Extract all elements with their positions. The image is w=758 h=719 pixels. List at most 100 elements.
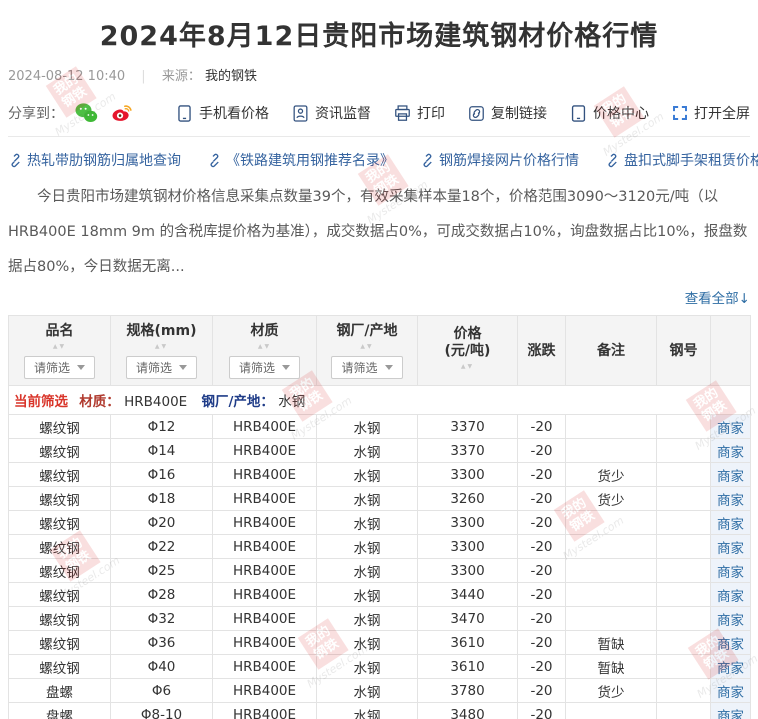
source-name: 我的钢铁 (204, 69, 257, 84)
cell-mill: 水钢 (316, 582, 418, 607)
printer-icon (395, 104, 410, 121)
toolbar-item-mobile-price[interactable]: 手机看价格 (175, 103, 269, 123)
chevron-down-icon (77, 365, 85, 370)
cell-merchant: 商家 (710, 702, 751, 719)
phone-icon (178, 104, 191, 122)
cell-mill: 水钢 (316, 534, 418, 559)
merchant-link[interactable]: 商家 (717, 493, 744, 509)
meta-divider: | (141, 69, 146, 84)
col-header-sublabel: (元/吨) (444, 343, 491, 359)
col-header-label: 品名 (45, 323, 74, 339)
filter-button[interactable]: 请筛选 (331, 356, 403, 379)
filter-button[interactable]: 请筛选 (228, 356, 300, 379)
merchant-link[interactable]: 商家 (717, 565, 744, 581)
col-header-3[interactable]: 钢厂/产地 ▲▼ 请筛选 (316, 315, 418, 386)
quicklink-scaffold-rental-price[interactable]: 盘扣式脚手架租赁价格 (605, 150, 758, 170)
cell-material: HRB400E (212, 414, 317, 439)
toolbar-item-copy-link[interactable]: 复制链接 (467, 103, 547, 123)
cell-change: -20 (517, 414, 566, 439)
merchant-link[interactable]: 商家 (717, 445, 744, 461)
table-row: 螺纹钢 Φ22 HRB400E 水钢 3300 -20 商家 (8, 534, 751, 559)
quicklink-railway-steel-list[interactable]: 《铁路建筑用钢推荐名录》 (207, 150, 394, 170)
chevron-down-icon (384, 365, 393, 370)
current-filter-row: 当前筛选 材质： HRB400E 钢厂/产地： 水钢 (8, 385, 751, 415)
quicklink-welded-mesh-price[interactable]: 钢筋焊接网片价格行情 (420, 150, 579, 170)
cell-spec: Φ22 (110, 534, 213, 559)
cell-change: -20 (517, 606, 566, 631)
sort-arrows-icon[interactable]: ▲▼ (11, 343, 108, 351)
copy-link-icon (469, 105, 484, 121)
view-all-link[interactable]: 查看全部↓ (8, 287, 750, 307)
toolbar-label: 价格中心 (593, 106, 649, 122)
cell-note (565, 606, 657, 631)
cell-material: HRB400E (212, 534, 317, 559)
current-filter-label: 当前筛选 (14, 394, 68, 410)
page-title: 2024年8月12日贵阳市场建筑钢材价格行情 (99, 21, 659, 52)
cell-product-name: 螺纹钢 (8, 630, 111, 655)
cell-spec: Φ14 (110, 438, 213, 463)
col-header-label: 钢号 (669, 342, 698, 359)
toolbar-item-price-center[interactable]: 价格中心 (569, 103, 649, 123)
quicklink-rebar-origin[interactable]: 热轧带肋钢筋归属地查询 (8, 150, 181, 170)
cell-mill: 水钢 (316, 462, 418, 487)
cell-price: 3610 (417, 654, 518, 679)
col-header-1[interactable]: 规格(mm) ▲▼ 请筛选 (110, 315, 213, 386)
merchant-link[interactable]: 商家 (717, 517, 744, 533)
merchant-link[interactable]: 商家 (717, 469, 744, 485)
col-header-0[interactable]: 品名 ▲▼ 请筛选 (8, 315, 111, 386)
sort-arrows-icon[interactable]: ▲▼ (319, 343, 415, 351)
cell-merchant: 商家 (710, 486, 751, 511)
table-row: 螺纹钢 Φ16 HRB400E 水钢 3300 -20 货少 商家 (8, 462, 751, 487)
weibo-icon[interactable] (110, 102, 133, 124)
cell-spec: Φ28 (110, 582, 213, 607)
table-row: 螺纹钢 Φ12 HRB400E 水钢 3370 -20 商家 (8, 414, 751, 439)
cell-note (565, 558, 657, 583)
cell-material: HRB400E (212, 630, 317, 655)
wechat-icon[interactable] (74, 102, 98, 124)
monitor-icon (293, 104, 308, 122)
toolbar-item-fullscreen[interactable]: 打开全屏 (671, 103, 750, 123)
col-header-label: 规格(mm) (126, 323, 197, 339)
cell-merchant: 商家 (710, 582, 751, 607)
source-label: 来源： (161, 69, 201, 84)
filter-button[interactable]: 请筛选 (23, 356, 95, 379)
share-label: 分享到： (8, 106, 64, 122)
cell-steel-no (656, 630, 711, 655)
cell-change: -20 (517, 534, 566, 559)
merchant-link[interactable]: 商家 (717, 421, 744, 437)
cell-price: 3470 (417, 606, 518, 631)
quicklink-label: 钢筋焊接网片价格行情 (439, 153, 579, 169)
toolbar-item-news-monitor[interactable]: 资讯监督 (291, 103, 371, 123)
merchant-link[interactable]: 商家 (717, 589, 744, 605)
merchant-link[interactable]: 商家 (717, 541, 744, 557)
link-icon (423, 153, 432, 167)
cell-material: HRB400E (212, 702, 317, 719)
col-header-4[interactable]: 价格 (元/吨) ▲▼ (417, 315, 518, 386)
cell-steel-no (656, 654, 711, 679)
sort-arrows-icon[interactable]: ▲▼ (215, 343, 314, 351)
cell-spec: Φ8-10 (110, 702, 213, 719)
col-header-7: 钢号 (656, 315, 711, 386)
table-header-row: 品名 ▲▼ 请筛选 规格(mm) ▲▼ 请筛选 材质 ▲▼ 请筛选 钢厂/产地 ▲▼ 请筛选 价格 (元/… (8, 315, 751, 386)
cell-spec: Φ12 (110, 414, 213, 439)
cell-change: -20 (517, 582, 566, 607)
merchant-link[interactable]: 商家 (717, 637, 744, 653)
sort-arrows-icon[interactable]: ▲▼ (113, 343, 210, 351)
merchant-link[interactable]: 商家 (717, 661, 744, 677)
cell-price: 3300 (417, 510, 518, 535)
link-icon (11, 153, 20, 167)
cell-note (565, 702, 657, 719)
merchant-link[interactable]: 商家 (717, 709, 744, 719)
cell-steel-no (656, 486, 711, 511)
cell-note: 货少 (565, 678, 657, 703)
merchant-link[interactable]: 商家 (717, 685, 744, 701)
cell-material: HRB400E (212, 486, 317, 511)
cell-mill: 水钢 (316, 606, 418, 631)
merchant-link[interactable]: 商家 (717, 613, 744, 629)
cell-change: -20 (517, 438, 566, 463)
sort-arrows-icon[interactable]: ▲▼ (420, 363, 515, 371)
cell-steel-no (656, 462, 711, 487)
toolbar-item-print[interactable]: 打印 (393, 103, 445, 123)
col-header-2[interactable]: 材质 ▲▼ 请筛选 (212, 315, 317, 386)
filter-button[interactable]: 请筛选 (125, 356, 197, 379)
